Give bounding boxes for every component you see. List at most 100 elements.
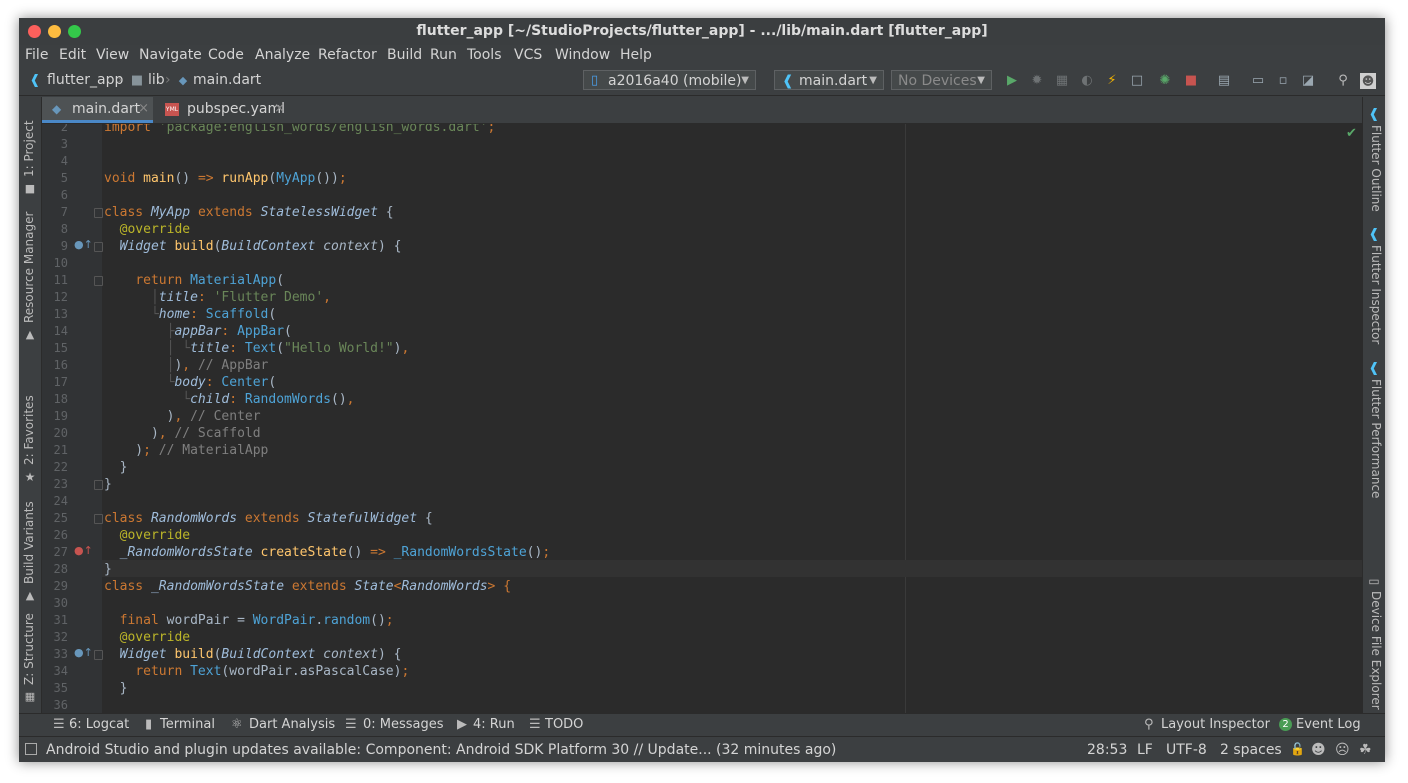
- menu-file[interactable]: File: [25, 47, 48, 63]
- menu-bar: File Edit View Navigate Code Analyze Ref…: [19, 45, 1385, 67]
- minimize-window-button[interactable]: [48, 25, 61, 38]
- menu-code[interactable]: Code: [208, 47, 244, 63]
- device-selector[interactable]: ▯ a2016a40 (mobile) ▼: [583, 70, 756, 90]
- tab-pubspec-yaml[interactable]: YML pubspec.yaml ×: [157, 97, 289, 123]
- line-number: 5: [60, 171, 68, 185]
- line-number: 6: [60, 188, 68, 202]
- attach-debugger-icon[interactable]: ✺: [1157, 73, 1173, 89]
- code-editor[interactable]: 2 3 4 5 6 7 8 9 10 11 12 13 14 15 16 17 …: [42, 124, 1362, 713]
- close-icon[interactable]: ×: [138, 97, 149, 121]
- flutter-icon: ❰: [1368, 107, 1380, 122]
- account-avatar[interactable]: ☻: [1360, 73, 1376, 89]
- devices-selector[interactable]: No Devices ▼: [891, 70, 992, 90]
- code-line: }: [104, 460, 128, 475]
- menu-edit[interactable]: Edit: [59, 47, 86, 63]
- line-separator[interactable]: LF: [1137, 742, 1153, 758]
- fold-marker-icon[interactable]: [94, 276, 103, 286]
- file-encoding[interactable]: UTF-8: [1166, 742, 1207, 758]
- tool-logcat[interactable]: 6: Logcat: [69, 717, 129, 732]
- menu-navigate[interactable]: Navigate: [139, 47, 202, 63]
- hot-reload-icon[interactable]: ⚡: [1104, 73, 1120, 89]
- code-line: final wordPair = WordPair.random();: [119, 613, 394, 628]
- breadcrumb-folder[interactable]: lib: [148, 72, 165, 88]
- menu-vcs[interactable]: VCS: [514, 47, 542, 63]
- zoom-window-button[interactable]: [68, 25, 81, 38]
- menu-tools[interactable]: Tools: [467, 47, 502, 63]
- tool-window-bar: ☰ 6: Logcat ▮ Terminal ⚛ Dart Analysis ☰…: [19, 713, 1385, 736]
- current-line-highlight: [102, 560, 1362, 577]
- avd-manager-icon[interactable]: ▭: [1250, 73, 1266, 89]
- devices-selector-label: No Devices: [898, 73, 977, 89]
- fold-marker-icon[interactable]: [94, 514, 103, 524]
- lock-icon[interactable]: 🔓: [1290, 742, 1305, 756]
- coverage-icon[interactable]: ▦: [1054, 73, 1070, 89]
- override-marker-icon[interactable]: ●↑: [74, 646, 93, 659]
- run-icon[interactable]: ▶: [1004, 73, 1020, 89]
- sdk-manager-icon[interactable]: ▫: [1275, 73, 1291, 89]
- line-number: 27: [53, 545, 68, 559]
- close-window-button[interactable]: [28, 25, 41, 38]
- power-save-icon[interactable]: ☘: [1359, 742, 1372, 758]
- tab-main-dart[interactable]: ◆ main.dart ×: [42, 97, 153, 123]
- tool-event-log[interactable]: Event Log: [1296, 717, 1361, 732]
- line-number: 34: [53, 664, 68, 678]
- menu-run[interactable]: Run: [430, 47, 457, 63]
- line-number: 36: [53, 698, 68, 712]
- menu-view[interactable]: View: [96, 47, 129, 63]
- close-icon[interactable]: ×: [274, 97, 285, 121]
- code-line: ); // MaterialApp: [104, 443, 269, 458]
- tool-tab-project[interactable]: 1: Project: [22, 120, 36, 177]
- tool-tab-flutter-outline[interactable]: Flutter Outline: [1369, 125, 1383, 212]
- profile-icon[interactable]: ◐: [1079, 73, 1095, 89]
- debug-icon[interactable]: ✹: [1029, 73, 1045, 89]
- code-line: @override: [119, 528, 191, 543]
- indent-setting[interactable]: 2 spaces: [1220, 742, 1282, 758]
- code-line: void main() => runApp(MyApp());: [104, 171, 347, 186]
- window-title: flutter_app [~/StudioProjects/flutter_ap…: [416, 23, 988, 39]
- menu-window[interactable]: Window: [555, 47, 610, 63]
- device-explorer-icon: ▭: [1368, 574, 1380, 588]
- tool-tab-flutter-performance[interactable]: Flutter Performance: [1369, 379, 1383, 498]
- menu-build[interactable]: Build: [387, 47, 422, 63]
- run-config-selector[interactable]: ❰ main.dart ▼: [774, 70, 884, 90]
- tool-tab-build-variants[interactable]: Build Variants: [22, 501, 36, 584]
- fold-marker-icon[interactable]: [94, 480, 103, 490]
- toolbar: ❰ flutter_app › ■ lib › ◆ main.dart ▯ a2…: [19, 67, 1385, 96]
- tool-run[interactable]: 4: Run: [473, 717, 515, 732]
- tool-messages[interactable]: 0: Messages: [363, 717, 444, 732]
- tool-tab-structure[interactable]: Z: Structure: [22, 613, 36, 685]
- tool-tab-favorites[interactable]: 2: Favorites: [22, 395, 36, 465]
- menu-analyze[interactable]: Analyze: [255, 47, 310, 63]
- breadcrumb-project[interactable]: flutter_app: [47, 72, 123, 88]
- tool-tab-flutter-inspector[interactable]: Flutter Inspector: [1369, 245, 1383, 344]
- chevron-down-icon: ▼: [741, 75, 749, 86]
- tool-tab-resource-manager[interactable]: Resource Manager: [22, 212, 36, 323]
- line-number: 26: [53, 528, 68, 542]
- apply-changes-icon[interactable]: □: [1129, 73, 1145, 89]
- fold-marker-icon[interactable]: [94, 208, 103, 218]
- override-marker-icon[interactable]: ●↑: [74, 238, 93, 251]
- stop-icon[interactable]: ■: [1183, 73, 1199, 89]
- tool-dart-analysis[interactable]: Dart Analysis: [249, 717, 335, 732]
- status-message[interactable]: Android Studio and plugin updates availa…: [46, 742, 836, 758]
- tool-layout-inspector[interactable]: Layout Inspector: [1161, 717, 1270, 732]
- search-icon[interactable]: ⚲: [1335, 73, 1351, 89]
- project-structure-icon[interactable]: ▤: [1216, 73, 1232, 89]
- tool-windows-toggle-icon[interactable]: [25, 743, 37, 755]
- fold-marker-icon[interactable]: [94, 242, 103, 252]
- tool-tab-device-file-explorer[interactable]: Device File Explorer: [1369, 591, 1383, 710]
- breadcrumb-file[interactable]: main.dart: [193, 72, 261, 88]
- feedback-icon[interactable]: ☹: [1335, 742, 1350, 758]
- tool-terminal[interactable]: Terminal: [160, 717, 215, 732]
- fold-marker-icon[interactable]: [94, 650, 103, 660]
- tool-todo[interactable]: TODO: [545, 717, 583, 732]
- right-margin-guide: [905, 124, 906, 713]
- device-manager-icon[interactable]: ◪: [1300, 73, 1316, 89]
- menu-refactor[interactable]: Refactor: [318, 47, 377, 63]
- menu-help[interactable]: Help: [620, 47, 652, 63]
- inspector-icon[interactable]: ☻: [1311, 742, 1326, 758]
- line-number: 11: [53, 273, 68, 287]
- line-number: 25: [53, 511, 68, 525]
- override-marker-icon[interactable]: ●↑: [74, 544, 93, 557]
- caret-position[interactable]: 28:53: [1087, 742, 1127, 758]
